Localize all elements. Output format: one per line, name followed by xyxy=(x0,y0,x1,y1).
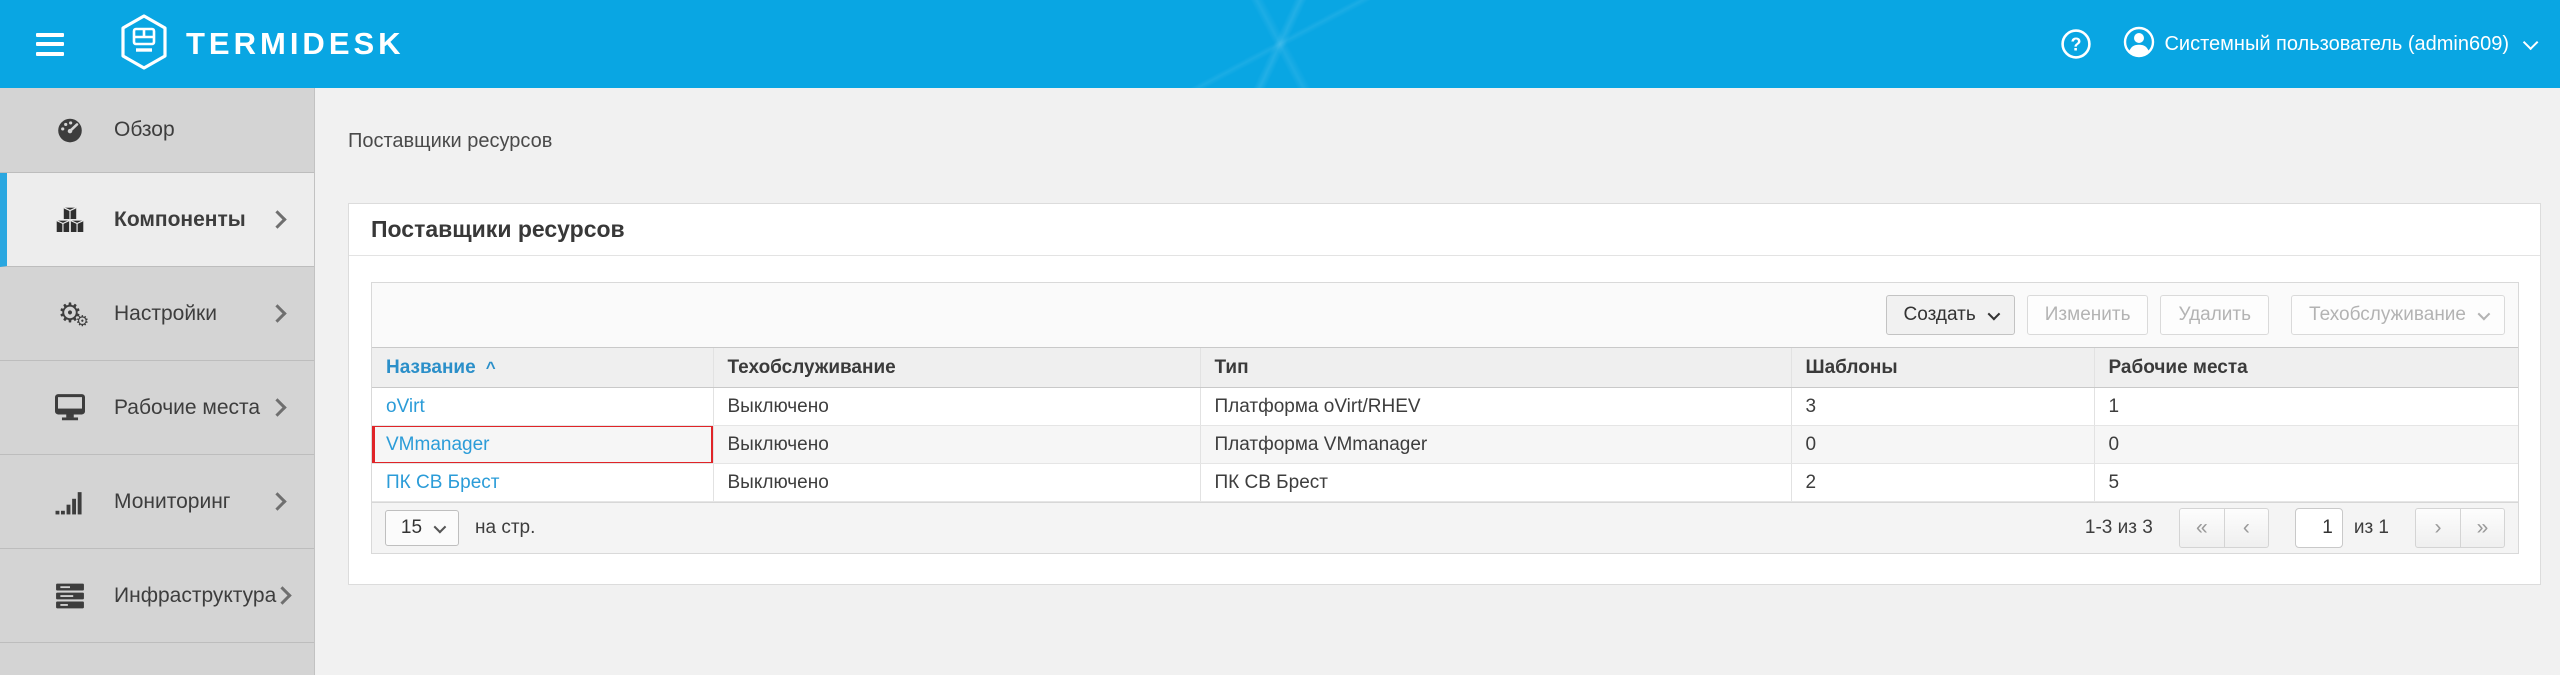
provider-link[interactable]: VMmanager xyxy=(386,434,490,455)
sidebar-item-settings[interactable]: ⚙⚙ Настройки xyxy=(0,267,314,361)
chevron-down-icon xyxy=(434,520,447,533)
cell-workplaces: 5 xyxy=(2094,464,2518,502)
table-header-row: Название^ Техобслуживание Тип Шаблоны Ра… xyxy=(372,348,2518,388)
chevron-down-icon xyxy=(2478,307,2491,320)
help-icon[interactable]: ? xyxy=(2060,28,2092,60)
chevron-right-icon xyxy=(268,304,286,322)
user-avatar-icon xyxy=(2122,25,2156,64)
svg-text:?: ? xyxy=(2071,35,2082,55)
table-row[interactable]: VMmanager Выключено Платформа VMmanager … xyxy=(372,426,2518,464)
column-header-workplaces[interactable]: Рабочие места xyxy=(2094,348,2518,388)
cell-templates: 3 xyxy=(1791,388,2094,426)
logo: TERMIDESK xyxy=(120,14,405,75)
gears-icon: ⚙⚙ xyxy=(52,301,88,327)
pagination: 1-3 из 3 « ‹ из 1 › » xyxy=(2085,508,2505,548)
cell-workplaces: 0 xyxy=(2094,426,2518,464)
cell-templates: 0 xyxy=(1791,426,2094,464)
desktop-icon xyxy=(52,395,88,421)
table-toolbar: Создать Изменить Удалить Техобслуживание xyxy=(372,283,2518,347)
signal-bars-icon xyxy=(52,489,88,515)
logo-hexagon-icon xyxy=(120,14,168,75)
cell-maintenance: Выключено xyxy=(713,426,1200,464)
sidebar-item-monitoring[interactable]: Мониторинг xyxy=(0,455,314,549)
cell-maintenance: Выключено xyxy=(713,464,1200,502)
resource-providers-card: Поставщики ресурсов Создать Изменить Уда… xyxy=(348,203,2541,585)
breadcrumb: Поставщики ресурсов xyxy=(348,130,552,153)
cell-type: Платформа oVirt/RHEV xyxy=(1200,388,1791,426)
maintenance-button[interactable]: Техобслуживание xyxy=(2291,295,2505,335)
chevron-down-icon xyxy=(2523,34,2539,50)
cell-workplaces: 1 xyxy=(2094,388,2518,426)
delete-button[interactable]: Удалить xyxy=(2160,295,2269,335)
providers-table: Название^ Техобслуживание Тип Шаблоны Ра… xyxy=(372,347,2518,502)
table-footer: 15 на стр. 1-3 из 3 « ‹ из 1 › xyxy=(372,502,2518,553)
column-header-templates[interactable]: Шаблоны xyxy=(1791,348,2094,388)
chevron-right-icon xyxy=(274,586,292,604)
chevron-right-icon xyxy=(268,492,286,510)
top-header: TERMIDESK ? Системный пользователь (admi… xyxy=(0,0,2560,88)
providers-table-panel: Создать Изменить Удалить Техобслуживание xyxy=(371,282,2519,554)
server-stack-icon xyxy=(52,583,88,609)
page-size-select[interactable]: 15 xyxy=(385,510,459,546)
chevron-right-icon xyxy=(268,398,286,416)
menu-toggle-icon[interactable] xyxy=(36,33,64,56)
sidebar-item-label: Настройки xyxy=(114,302,217,326)
last-page-button[interactable]: » xyxy=(2460,509,2504,547)
table-row[interactable]: ПК СВ Брест Выключено ПК СВ Брест 2 5 xyxy=(372,464,2518,502)
sidebar-item-label: Инфраструктура xyxy=(114,584,276,608)
user-menu[interactable]: Системный пользователь (admin609) xyxy=(2122,25,2534,64)
cell-templates: 2 xyxy=(1791,464,2094,502)
provider-link[interactable]: ПК СВ Брест xyxy=(386,472,499,493)
dashboard-icon xyxy=(52,117,88,143)
column-header-maintenance[interactable]: Техобслуживание xyxy=(713,348,1200,388)
sidebar-item-label: Обзор xyxy=(114,118,175,142)
main-content: Поставщики ресурсов Поставщики ресурсов … xyxy=(316,88,2560,675)
sidebar: Обзор Компоненты ⚙⚙ Настройки xyxy=(0,88,315,675)
column-header-type[interactable]: Тип xyxy=(1200,348,1791,388)
chevron-right-icon xyxy=(268,210,286,228)
cell-type: ПК СВ Брест xyxy=(1200,464,1791,502)
card-header: Поставщики ресурсов xyxy=(349,204,2540,256)
next-page-button[interactable]: › xyxy=(2416,509,2460,547)
cell-maintenance: Выключено xyxy=(713,388,1200,426)
card-title: Поставщики ресурсов xyxy=(371,216,625,243)
of-pages-label: из 1 xyxy=(2354,517,2389,539)
cubes-icon xyxy=(52,207,88,233)
sidebar-item-label: Мониторинг xyxy=(114,490,230,514)
page-number-input[interactable] xyxy=(2295,508,2343,548)
logo-wordmark: TERMIDESK xyxy=(186,26,405,62)
sidebar-item-workplaces[interactable]: Рабочие места xyxy=(0,361,314,455)
sidebar-item-label: Компоненты xyxy=(114,208,246,232)
provider-link[interactable]: oVirt xyxy=(386,396,425,417)
table-row[interactable]: oVirt Выключено Платформа oVirt/RHEV 3 1 xyxy=(372,388,2518,426)
range-label: 1-3 из 3 xyxy=(2085,517,2153,539)
prev-page-button[interactable]: ‹ xyxy=(2224,509,2268,547)
user-name-label: Системный пользователь (admin609) xyxy=(2164,33,2509,56)
per-page-label: на стр. xyxy=(475,517,535,539)
cell-type: Платформа VMmanager xyxy=(1200,426,1791,464)
first-page-button[interactable]: « xyxy=(2180,509,2224,547)
sidebar-item-overview[interactable]: Обзор xyxy=(0,88,314,173)
column-header-name[interactable]: Название^ xyxy=(372,348,713,388)
chevron-down-icon xyxy=(1987,307,2000,320)
edit-button[interactable]: Изменить xyxy=(2027,295,2149,335)
sidebar-item-label: Рабочие места xyxy=(114,396,260,420)
sort-asc-icon: ^ xyxy=(486,358,496,377)
sidebar-item-components[interactable]: Компоненты xyxy=(0,173,314,267)
create-button[interactable]: Создать xyxy=(1886,295,2015,335)
sidebar-item-infrastructure[interactable]: Инфраструктура xyxy=(0,549,314,643)
